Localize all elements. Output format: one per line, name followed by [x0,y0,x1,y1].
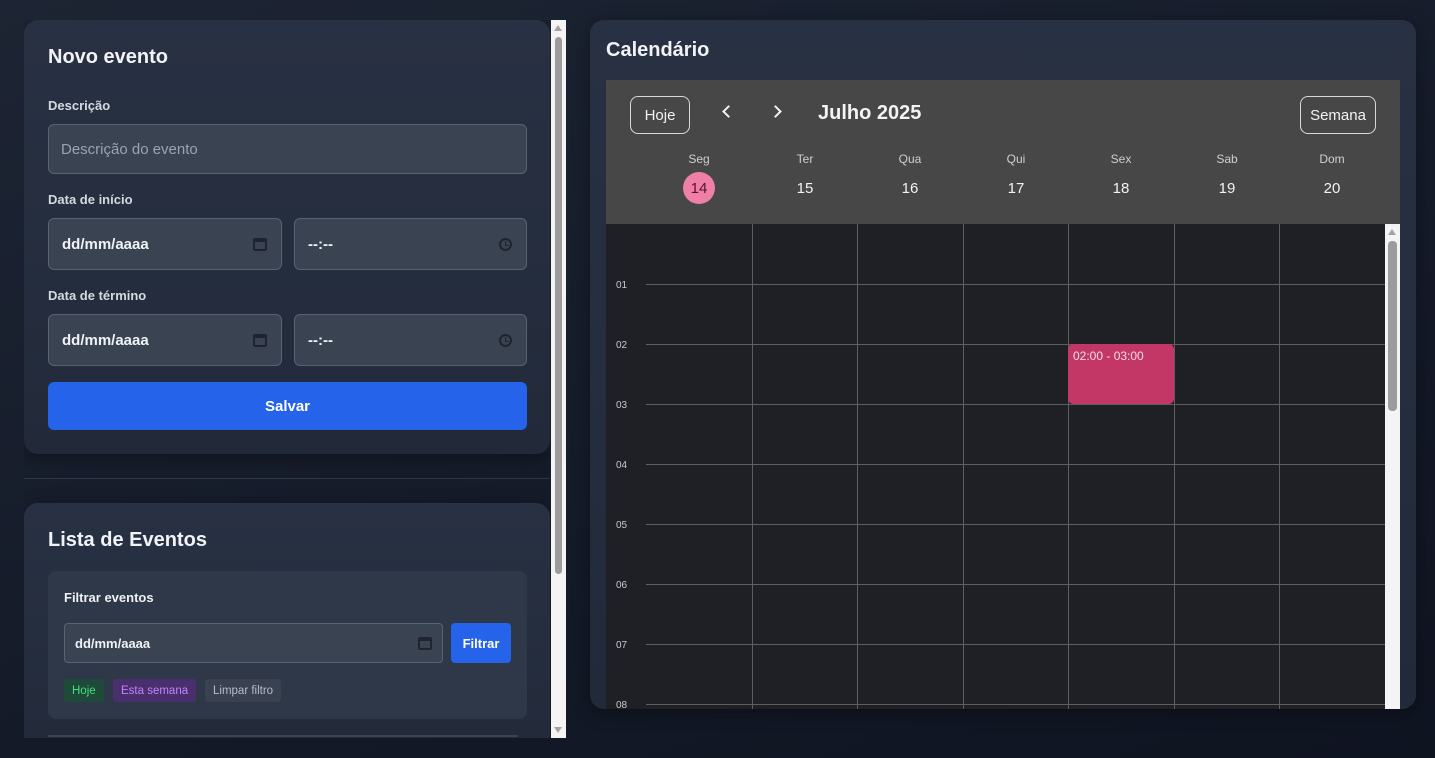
calendar-title: Calendário [606,39,710,61]
save-button[interactable]: Salvar [48,382,527,430]
event-list-title: Lista de Eventos [48,529,207,551]
scrollbar-thumb[interactable] [1388,241,1397,411]
day-name: Sex [1110,152,1132,166]
day-header-thu[interactable]: Qui 17 [963,152,1069,204]
event-list-card: Lista de Eventos Filtrar eventos dd/mm/a… [24,503,550,738]
day-header-fri[interactable]: Sex 18 [1068,152,1174,204]
calendar-icon[interactable] [253,237,267,251]
hour-line [646,344,1385,345]
day-name: Sab [1216,152,1238,166]
day-header-tue[interactable]: Ter 15 [752,152,858,204]
description-input[interactable]: Descrição do evento [48,124,527,174]
page: Novo evento Descrição Descrição do event… [0,0,1435,758]
scroll-up-icon[interactable] [554,25,562,31]
start-date-value: dd/mm/aaaa [62,235,149,253]
day-number: 16 [901,179,919,197]
end-time-input[interactable]: --:-- [294,314,527,366]
hour-label: 05 [616,520,628,531]
end-date-label: Data de término [48,288,147,303]
grid-column-line [1068,224,1069,709]
grid-column-line [1279,224,1280,709]
start-date-input[interactable]: dd/mm/aaaa [48,218,282,270]
chevron-right-icon[interactable] [769,105,782,118]
scroll-down-icon[interactable] [554,727,562,733]
chevron-left-icon[interactable] [722,105,735,118]
day-name: Ter [796,152,814,166]
list-item [48,735,518,737]
day-name: Qui [1006,152,1026,166]
description-placeholder: Descrição do evento [61,140,198,158]
new-event-card: Novo evento Descrição Descrição do event… [24,20,550,454]
chip-today[interactable]: Hoje [64,679,104,702]
filter-date-value: dd/mm/aaaa [75,635,151,651]
grid-column-line [1174,224,1175,709]
week-view-button[interactable]: Semana [1300,96,1376,134]
calendar-event[interactable]: 02:00 - 03:00 [1068,344,1174,404]
hour-label: 01 [616,280,628,291]
filter-panel: Filtrar eventos dd/mm/aaaa Filtrar Hoje … [48,571,527,719]
end-time-value: --:-- [308,331,333,349]
hour-line [646,524,1385,525]
calendar-icon[interactable] [253,333,267,347]
hour-line [646,704,1385,705]
day-header-sun[interactable]: Dom 20 [1279,152,1385,204]
hour-label: 04 [616,460,628,471]
day-number: 19 [1218,179,1236,197]
calendar-toolbar: Hoje Julho 2025 Semana Seg 14 Ter 15 Qua… [606,80,1400,224]
end-date-input[interactable]: dd/mm/aaaa [48,314,282,366]
day-header-mon[interactable]: Seg 14 [646,152,752,204]
scrollbar-thumb[interactable] [555,37,562,574]
start-time-input[interactable]: --:-- [294,218,527,270]
day-number: 18 [1112,179,1130,197]
hour-line [646,644,1385,645]
hour-label: 02 [616,340,628,351]
chip-this-week[interactable]: Esta semana [113,679,197,702]
filter-title: Filtrar eventos [64,590,154,605]
chip-clear-filter[interactable]: Limpar filtro [205,679,282,702]
filter-date-input[interactable]: dd/mm/aaaa [64,623,443,663]
clock-icon[interactable] [499,333,512,347]
start-time-value: --:-- [308,235,333,253]
end-date-value: dd/mm/aaaa [62,331,149,349]
day-name: Dom [1319,152,1345,166]
description-label: Descrição [48,98,111,113]
hour-line [646,404,1385,405]
left-panel: Novo evento Descrição Descrição do event… [24,20,550,738]
day-number: 17 [1007,179,1025,197]
month-label: Julho 2025 [818,102,922,124]
start-date-label: Data de início [48,192,133,207]
calendar-card: Calendário Hoje Julho 2025 Semana Seg 14… [590,20,1416,709]
hour-line [646,284,1385,285]
hour-label: 07 [616,640,628,651]
left-scrollbar[interactable] [551,20,566,738]
filter-button[interactable]: Filtrar [451,623,511,663]
day-number: 15 [796,179,814,197]
hour-line [646,584,1385,585]
today-button[interactable]: Hoje [630,96,690,134]
scroll-up-icon[interactable] [1388,229,1396,235]
hour-label: 06 [616,580,628,591]
hour-label: 08 [616,700,628,709]
event-time: 02:00 - 03:00 [1073,349,1144,363]
day-header-sat[interactable]: Sab 19 [1174,152,1280,204]
grid-column-line [963,224,964,709]
clock-icon[interactable] [499,237,512,251]
day-header-wed[interactable]: Qua 16 [857,152,963,204]
day-number: 20 [1323,179,1341,197]
grid-column-line [752,224,753,709]
hour-label: 03 [616,400,628,411]
day-name: Qua [898,152,922,166]
section-divider [24,478,550,479]
calendar-icon[interactable] [418,636,432,650]
calendar-scrollbar[interactable] [1385,224,1400,709]
new-event-title: Novo evento [48,46,169,68]
day-number-current: 14 [683,172,715,204]
day-name: Seg [688,152,710,166]
week-grid[interactable]: 01 02 03 04 05 06 07 08 02:00 - 03:00 [606,224,1385,709]
hour-line [646,464,1385,465]
grid-column-line [857,224,858,709]
